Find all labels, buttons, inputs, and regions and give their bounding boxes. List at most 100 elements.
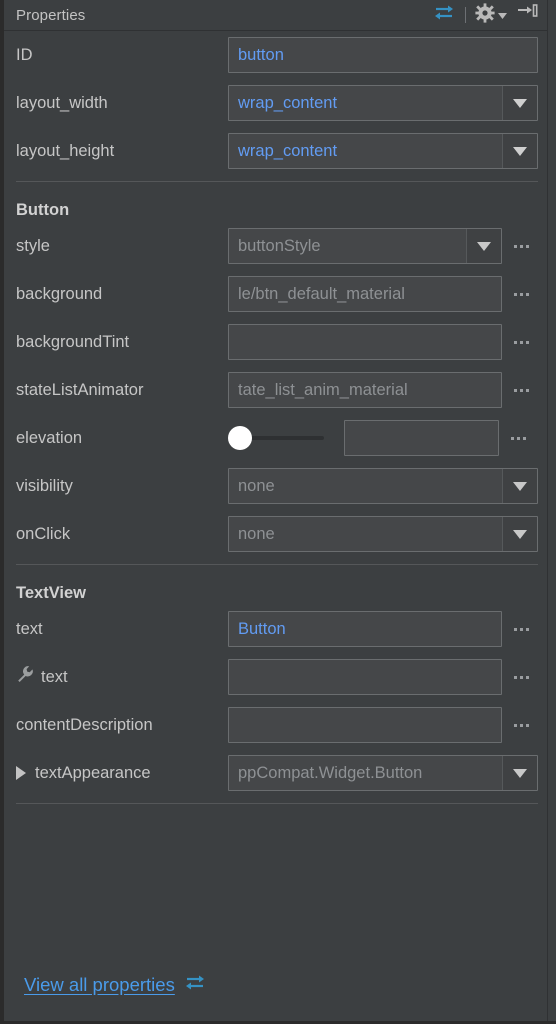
property-row-elevation[interactable]: elevation — [4, 414, 548, 462]
property-label: background — [16, 284, 103, 303]
property-label-wrap: visibility — [16, 477, 228, 496]
design-text-input[interactable] — [228, 659, 502, 695]
property-row-text-appearance[interactable]: textAppearance ppCompat.Widget.Button — [4, 749, 548, 797]
elevation-slider[interactable] — [228, 420, 324, 456]
property-label: backgroundTint — [16, 332, 130, 351]
property-label-wrap: textAppearance — [16, 764, 228, 783]
property-label: contentDescription — [16, 715, 153, 734]
settings-gear-button[interactable] — [475, 2, 507, 28]
property-row-state-list-animator[interactable]: stateListAnimator tate_list_anim_materia… — [4, 366, 548, 414]
text-more-button[interactable] — [504, 611, 538, 647]
property-row-id[interactable]: ID button — [4, 31, 548, 79]
section-textview: TextView text Button text contentDescrip… — [4, 569, 548, 797]
background-input[interactable]: le/btn_default_material — [228, 276, 502, 312]
property-row-design-text[interactable]: text — [4, 653, 548, 701]
property-label-wrap: contentDescription — [16, 716, 228, 735]
layout-width-value: wrap_content — [238, 93, 338, 112]
property-label: onClick — [16, 524, 71, 543]
chevron-down-icon[interactable] — [502, 517, 537, 551]
property-row-background[interactable]: background le/btn_default_material — [4, 270, 548, 318]
property-row-visibility[interactable]: visibility none — [4, 462, 548, 510]
onclick-value: none — [238, 524, 275, 543]
panel-right-edge — [547, 0, 556, 1024]
property-row-layout-width[interactable]: layout_width wrap_content — [4, 79, 548, 127]
property-label-wrap: background — [16, 285, 228, 304]
chevron-down-icon — [498, 6, 507, 24]
property-label: elevation — [16, 428, 83, 447]
property-label: stateListAnimator — [16, 380, 144, 399]
background-more-button[interactable] — [504, 276, 538, 312]
section-button: Button style buttonStyle background le/b… — [4, 186, 548, 558]
gear-icon — [475, 2, 495, 28]
property-label: layout_width — [16, 93, 108, 112]
expand-triangle-icon[interactable] — [16, 766, 26, 780]
text-appearance-dropdown[interactable]: ppCompat.Widget.Button — [228, 755, 538, 791]
property-label-wrap: backgroundTint — [16, 333, 228, 352]
property-label: textAppearance — [35, 763, 151, 782]
background-value: le/btn_default_material — [238, 284, 405, 303]
state-list-animator-input[interactable]: tate_list_anim_material — [228, 372, 502, 408]
properties-list[interactable]: ID button layout_width wrap_content layo… — [4, 31, 548, 1021]
background-tint-input[interactable] — [228, 324, 502, 360]
chevron-down-icon[interactable] — [502, 469, 537, 503]
property-label: text — [41, 667, 68, 686]
elevation-input[interactable] — [344, 420, 499, 456]
collapse-panel-button[interactable] — [516, 3, 538, 27]
property-label-wrap: layout_height — [16, 142, 228, 161]
panel-footer: View all properties — [4, 949, 548, 1021]
properties-panel: Properties ID button layout_width wrap_c… — [0, 0, 556, 1024]
content-description-input[interactable] — [228, 707, 502, 743]
visibility-value: none — [238, 476, 275, 495]
view-all-properties-label: View all properties — [24, 974, 175, 995]
header-separator — [465, 7, 466, 23]
section-header-button: Button — [16, 201, 70, 219]
chevron-down-icon[interactable] — [502, 134, 537, 168]
style-dropdown[interactable]: buttonStyle — [228, 228, 502, 264]
text-appearance-value: ppCompat.Widget.Button — [238, 763, 423, 782]
panel-title: Properties — [16, 6, 86, 24]
elevation-slider-knob[interactable] — [228, 426, 252, 450]
design-text-more-button[interactable] — [504, 659, 538, 695]
property-row-layout-height[interactable]: layout_height wrap_content — [4, 127, 548, 175]
section-divider — [16, 803, 538, 804]
property-label: text — [16, 619, 43, 638]
layout-height-dropdown[interactable]: wrap_content — [228, 133, 538, 169]
id-input-value: button — [238, 45, 284, 64]
bidirectional-arrow-icon — [183, 974, 207, 997]
property-label: visibility — [16, 476, 73, 495]
elevation-more-button[interactable] — [501, 420, 535, 456]
visibility-dropdown[interactable]: none — [228, 468, 538, 504]
id-input[interactable]: button — [228, 37, 538, 73]
property-row-content-description[interactable]: contentDescription — [4, 701, 548, 749]
chevron-down-icon[interactable] — [502, 86, 537, 120]
panel-header: Properties — [4, 0, 548, 31]
header-actions — [432, 2, 538, 28]
property-label-wrap: text — [16, 620, 228, 639]
hide-panel-icon — [516, 3, 538, 27]
onclick-dropdown[interactable]: none — [228, 516, 538, 552]
property-label-wrap: ID — [16, 46, 228, 65]
text-input[interactable]: Button — [228, 611, 502, 647]
property-row-text[interactable]: text Button — [4, 605, 548, 653]
toggle-expert-mode-button[interactable] — [432, 4, 456, 26]
text-value: Button — [238, 619, 286, 638]
property-label-wrap: style — [16, 237, 228, 256]
layout-height-value: wrap_content — [238, 141, 338, 160]
chevron-down-icon[interactable] — [466, 229, 501, 263]
wrench-icon — [16, 665, 35, 689]
view-all-properties-link[interactable]: View all properties — [24, 974, 207, 997]
background-tint-more-button[interactable] — [504, 324, 538, 360]
property-label: style — [16, 236, 50, 255]
style-value: buttonStyle — [238, 236, 321, 255]
style-more-button[interactable] — [504, 228, 538, 264]
property-row-onclick[interactable]: onClick none — [4, 510, 548, 558]
layout-width-dropdown[interactable]: wrap_content — [228, 85, 538, 121]
section-divider — [16, 181, 538, 182]
property-label: ID — [16, 45, 33, 64]
chevron-down-icon[interactable] — [502, 756, 537, 790]
state-list-animator-value: tate_list_anim_material — [238, 380, 408, 399]
state-list-animator-more-button[interactable] — [504, 372, 538, 408]
property-row-background-tint[interactable]: backgroundTint — [4, 318, 548, 366]
property-row-style[interactable]: style buttonStyle — [4, 222, 548, 270]
content-description-more-button[interactable] — [504, 707, 538, 743]
